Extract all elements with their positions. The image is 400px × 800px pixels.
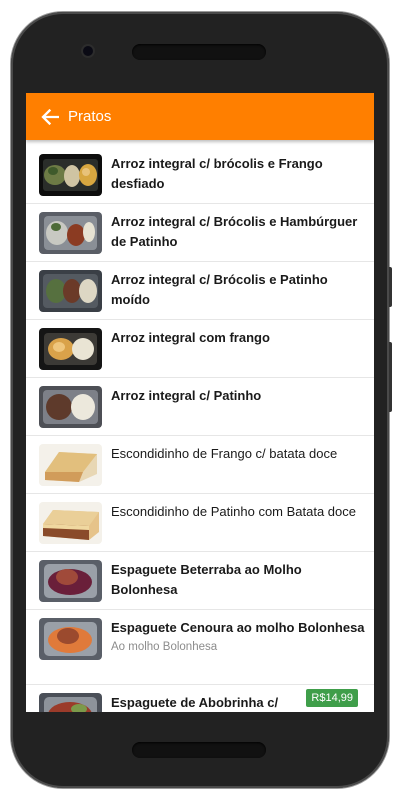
arrow-back-icon [41,108,59,125]
item-title: Escondidinho de Patinho com Batata doce [111,504,357,519]
list-item[interactable]: Escondidinho de Frango c/ batata doce [26,436,374,494]
back-button[interactable] [30,93,70,140]
rice-broccoli-chicken-photo [39,154,102,196]
item-title: Espaguete de Abobrinha c/ [111,695,279,710]
escondidinho-chicken-photo [39,444,102,486]
list-item[interactable]: Arroz integral c/ Brócolis e Hambúrguer … [26,204,374,262]
item-title: Arroz integral c/ Patinho [111,388,262,403]
volume-button [389,342,392,412]
app-bar: Pratos [26,93,374,140]
price-badge: R$14,99 [306,689,358,707]
escondidinho-beef-photo [39,502,102,544]
list-item[interactable]: Espaguete Cenoura ao molho Bolonhesa Ao … [26,610,374,685]
list-item[interactable]: Arroz integral c/ Brócolis e Patinho moí… [26,262,374,320]
carrot-spaghetti-photo [39,618,102,660]
beet-spaghetti-photo [39,560,102,602]
item-subtitle: Ao molho Bolonhesa [111,641,218,653]
earpiece-speaker [132,44,266,60]
page-title: Pratos [68,108,112,125]
rice-broccoli-ground-beef-photo [39,270,102,312]
list-item[interactable]: Espaguete de Abobrinha c/ R$14,99 [26,685,374,712]
list-item[interactable]: Arroz integral com frango [26,320,374,378]
list-item[interactable]: Arroz integral c/ brócolis e Frango desf… [26,146,374,204]
rice-beef-photo [39,386,102,428]
item-title: Escondidinho de Frango c/ batata doce [111,446,338,461]
front-camera [83,46,93,56]
app-screen: Pratos Arroz integral c/ brócolis e Fran… [26,93,374,712]
item-title: Arroz integral c/ Brócolis e Hambúrguer … [111,214,358,249]
list-item[interactable]: Espaguete Beterraba ao Molho Bolonhesa [26,552,374,610]
bottom-speaker [132,742,266,758]
rice-broccoli-burger-photo [39,212,102,254]
item-title: Arroz integral com frango [111,330,270,345]
item-title: Arroz integral c/ Brócolis e Patinho moí… [111,272,328,307]
item-title: Arroz integral c/ brócolis e Frango desf… [111,156,323,191]
dishes-list[interactable]: Arroz integral c/ brócolis e Frango desf… [26,146,374,712]
list-item[interactable]: Escondidinho de Patinho com Batata doce [26,494,374,552]
list-item[interactable]: Arroz integral c/ Patinho [26,378,374,436]
power-button [389,267,392,307]
item-title: Espaguete Beterraba ao Molho Bolonhesa [111,562,302,597]
item-title: Espaguete Cenoura ao molho Bolonhesa [111,620,365,635]
rice-chicken-photo [39,328,102,370]
zucchini-spaghetti-photo [39,693,102,712]
